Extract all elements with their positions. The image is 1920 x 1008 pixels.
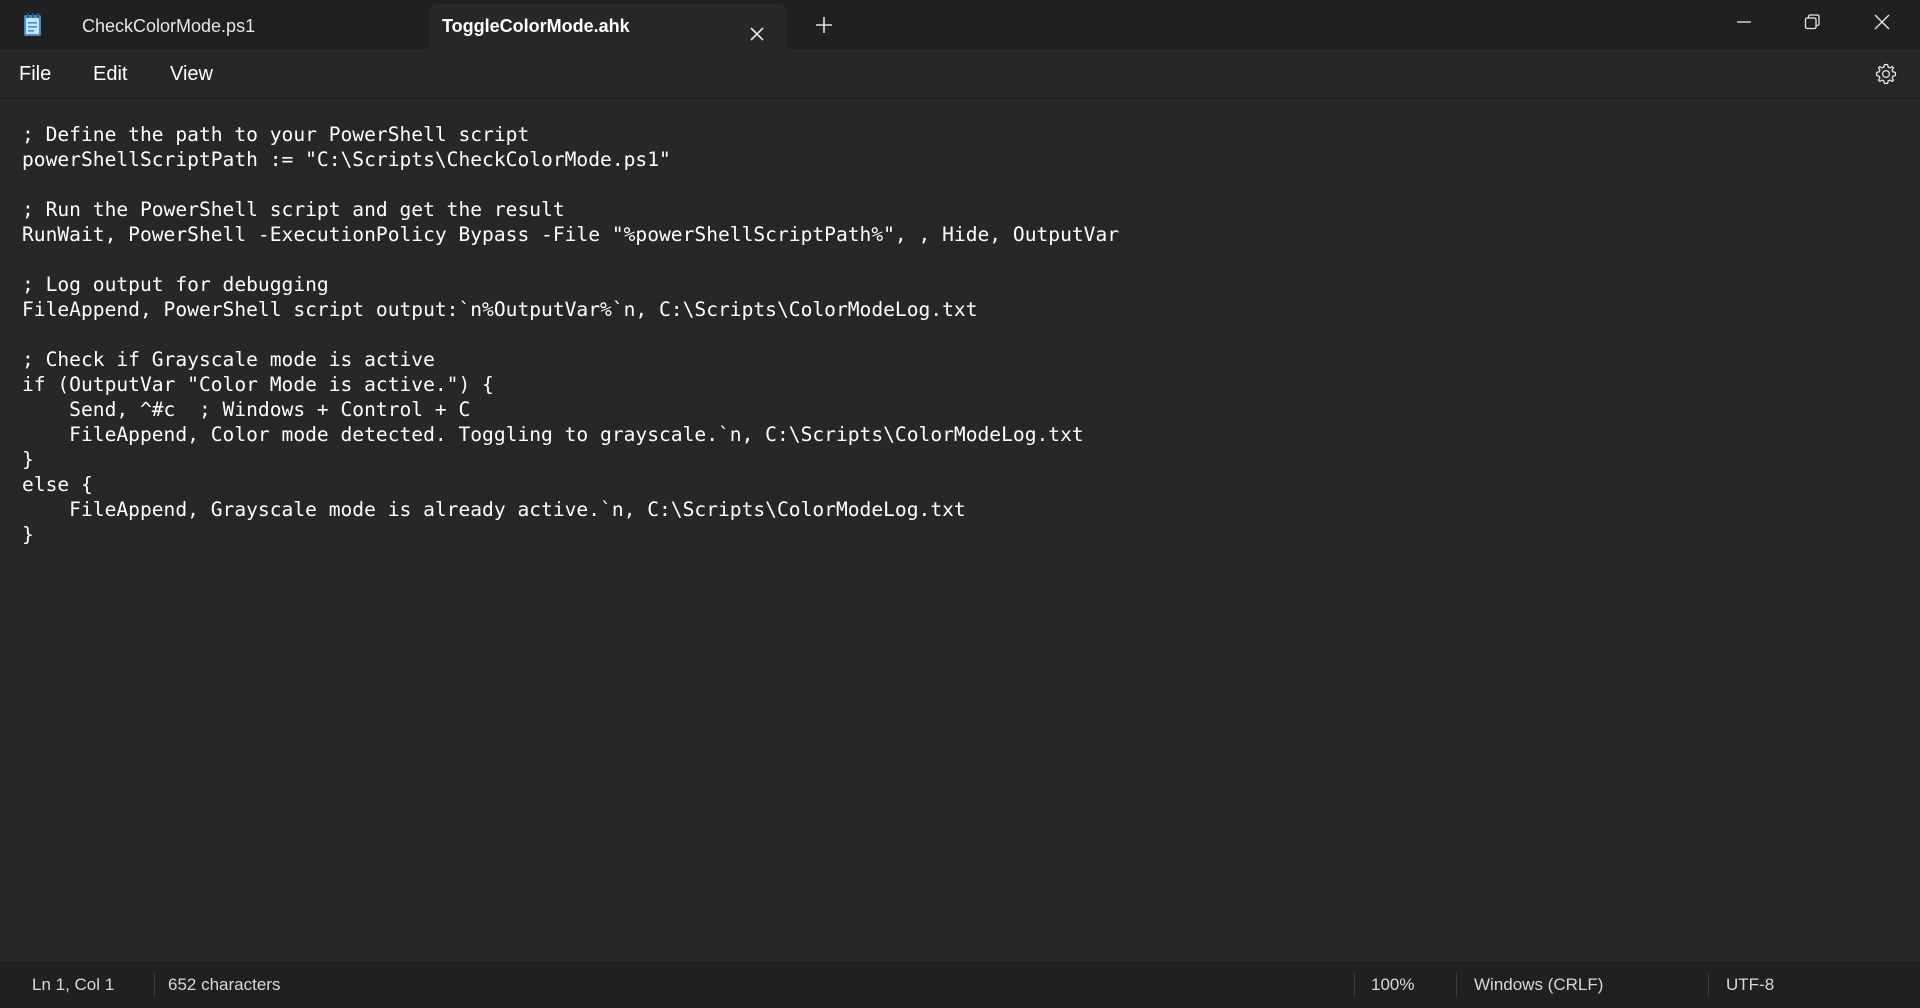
line-ending[interactable]: Windows (CRLF): [1474, 961, 1603, 1008]
editor-content[interactable]: ; Define the path to your PowerShell scr…: [22, 122, 1119, 547]
menu-file[interactable]: File: [19, 60, 51, 88]
character-count: 652 characters: [168, 975, 281, 994]
status-divider: [154, 973, 155, 997]
tab-checkcolormode[interactable]: CheckColorMode.ps1: [62, 4, 427, 49]
menu-edit[interactable]: Edit: [93, 60, 127, 88]
close-icon: [1874, 14, 1890, 30]
minimize-button[interactable]: [1710, 0, 1778, 44]
notepad-icon: [20, 12, 46, 38]
text-editor[interactable]: ; Define the path to your PowerShell scr…: [0, 99, 1920, 961]
title-bar: CheckColorMode.ps1 ToggleColorMode.ahk: [0, 0, 1920, 49]
menu-bar: File Edit View: [0, 49, 1920, 98]
close-icon[interactable]: [747, 16, 767, 41]
minimize-icon: [1737, 21, 1751, 23]
tab-togglecolormode[interactable]: ToggleColorMode.ahk: [429, 4, 787, 49]
tab-label: CheckColorMode.ps1: [82, 16, 256, 36]
tab-label: ToggleColorMode.ahk: [442, 16, 630, 36]
zoom-level[interactable]: 100%: [1371, 961, 1414, 1008]
status-divider: [1456, 973, 1457, 997]
gear-icon[interactable]: [1874, 62, 1898, 86]
plus-icon[interactable]: [813, 14, 835, 36]
restore-icon: [1804, 14, 1820, 30]
cursor-position[interactable]: Ln 1, Col 1: [32, 961, 114, 1008]
encoding[interactable]: UTF-8: [1726, 961, 1774, 1008]
status-divider: [1708, 973, 1709, 997]
menu-view[interactable]: View: [170, 60, 213, 88]
status-bar: Ln 1, Col 1 652 characters 100% Windows …: [0, 961, 1920, 1008]
restore-button[interactable]: [1778, 0, 1846, 44]
status-divider: [1354, 973, 1355, 997]
notepad-window: CheckColorMode.ps1 ToggleColorMode.ahk F…: [0, 0, 1920, 1008]
window-close-button[interactable]: [1848, 0, 1916, 44]
